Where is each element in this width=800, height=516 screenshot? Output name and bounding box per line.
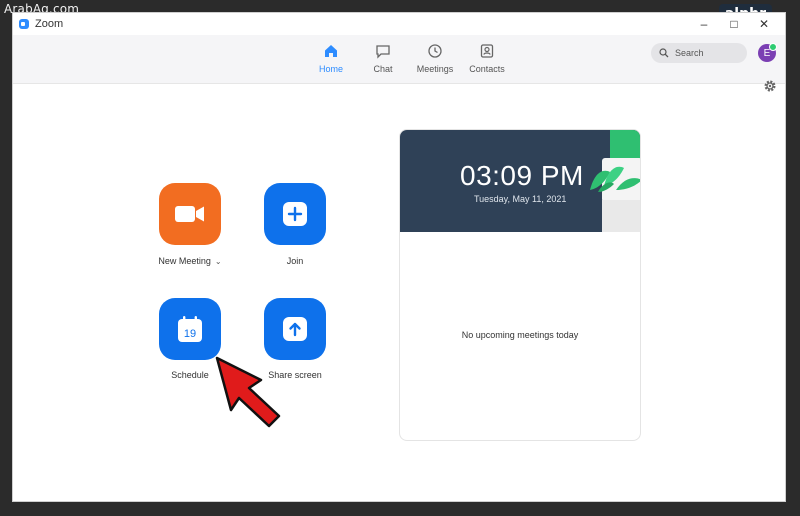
zoom-logo-icon [19,19,29,29]
contacts-icon [480,44,494,58]
tab-contacts-label: Contacts [469,64,505,74]
gear-icon[interactable] [763,79,777,93]
window-title: Zoom [35,18,64,30]
chat-icon [376,45,390,59]
current-time: 03:09 PM [460,160,584,191]
clock-header: 03:09 PM Tuesday, May 11, 2021 [400,130,640,232]
video-camera-icon [175,206,204,222]
online-status-dot [769,43,777,51]
home-icon [325,45,337,57]
clock-icon [428,44,442,58]
tab-meetings[interactable]: Meetings [409,39,461,74]
chevron-down-icon[interactable]: ⌄ [215,257,222,266]
tab-home[interactable]: Home [305,39,357,74]
tab-contacts[interactable]: Contacts [461,39,513,74]
join-label: Join [286,256,304,266]
window-controls: – □ ✕ [689,13,779,35]
no-meetings-message: No upcoming meetings today [461,330,579,340]
upcoming-meetings-panel: 03:09 PM Tuesday, May 11, 2021 No upcomi… [399,129,641,441]
plus-icon [283,202,307,226]
close-button[interactable]: ✕ [749,13,779,35]
red-arrow-annotation [215,356,281,428]
plant-decoration [590,130,640,232]
search-icon [659,48,669,58]
new-meeting-button[interactable] [159,183,221,245]
upload-arrow-icon [283,317,307,341]
search-placeholder: Search [675,48,704,58]
nav-tabs: Home Chat Meetings Contacts [305,39,513,74]
tab-meetings-label: Meetings [416,64,454,74]
tab-chat[interactable]: Chat [357,39,409,74]
avatar[interactable]: E [758,43,777,62]
join-button[interactable] [264,183,326,245]
top-navigation: Home Chat Meetings Contacts Search E [13,35,785,84]
tab-home-label: Home [318,64,343,74]
tab-chat-label: Chat [373,64,393,74]
minimize-button[interactable]: – [689,13,719,35]
zoom-window: Zoom – □ ✕ Home Chat Meetings Contacts S… [12,12,786,502]
current-date: Tuesday, May 11, 2021 [474,194,567,204]
new-meeting-label: New Meeting [158,256,211,266]
calendar-day-number: 19 [184,328,196,340]
search-box[interactable]: Search [651,43,747,63]
maximize-button[interactable]: □ [719,13,749,35]
calendar-icon: 19 [178,316,202,342]
title-bar: Zoom – □ ✕ [13,13,785,35]
new-meeting-label-row[interactable]: New Meeting ⌄ [140,256,240,266]
